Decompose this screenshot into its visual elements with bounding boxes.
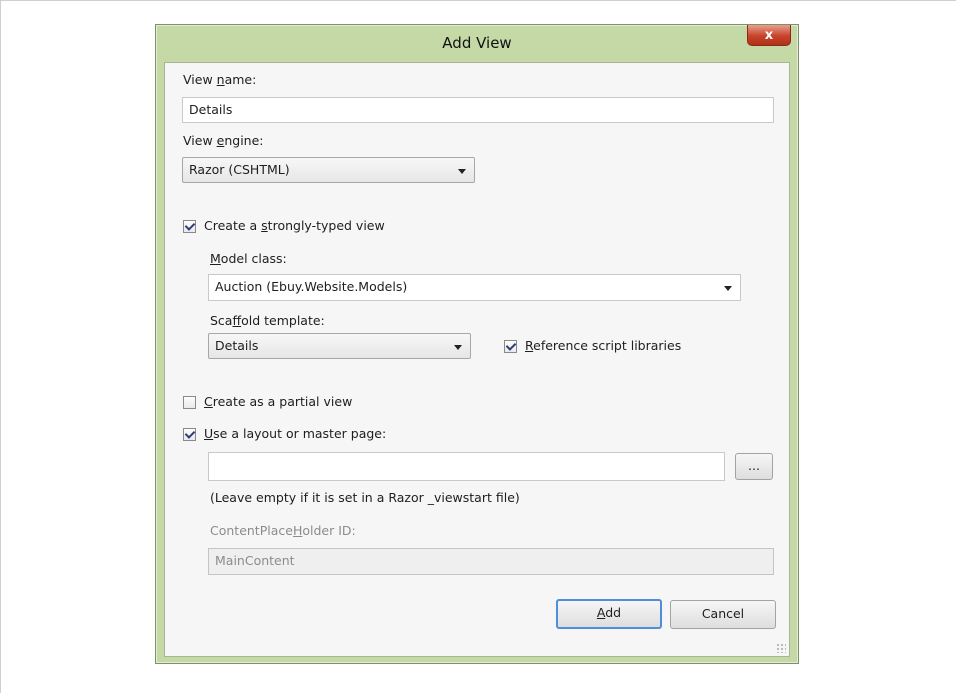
layout-hint: (Leave empty if it is set in a Razor _vi… [210, 490, 520, 505]
close-button[interactable]: x [747, 25, 791, 46]
content-placeholder-label: ContentPlaceHolder ID: [210, 523, 356, 538]
use-layout-checkbox[interactable] [183, 428, 196, 441]
title-bar[interactable]: Add View x [156, 25, 798, 62]
chevron-down-icon [724, 286, 732, 291]
use-layout-label[interactable]: Use a layout or master page: [204, 426, 386, 441]
model-class-label: Model class: [210, 251, 287, 266]
chevron-down-icon [454, 345, 462, 350]
scaffold-template-select[interactable]: Details [208, 333, 471, 359]
view-engine-value: Razor (CSHTML) [189, 162, 290, 177]
page-top-rule [0, 0, 956, 1]
partial-view-checkbox[interactable] [183, 396, 196, 409]
page-left-rule [0, 0, 1, 693]
layout-path-input[interactable] [208, 452, 725, 481]
content-placeholder-input[interactable]: MainContent [208, 548, 774, 575]
browse-button[interactable]: ... [735, 453, 773, 480]
view-engine-label: View engine: [183, 133, 264, 148]
model-class-select[interactable]: Auction (Ebuy.Website.Models) [208, 274, 741, 301]
view-name-input[interactable]: Details [182, 97, 774, 123]
reference-scripts-label[interactable]: Reference script libraries [525, 338, 681, 353]
scaffold-template-label: Scaffold template: [210, 313, 325, 328]
dialog-body: View name: Details View engine: Razor (C… [164, 62, 790, 657]
cancel-button[interactable]: Cancel [670, 600, 776, 629]
add-view-dialog: Add View x View name: Details View engin… [155, 24, 799, 664]
view-name-label: View name: [183, 72, 257, 87]
dialog-title: Add View [442, 34, 512, 52]
scaffold-template-value: Details [215, 338, 259, 353]
chevron-down-icon [458, 169, 466, 174]
view-engine-select[interactable]: Razor (CSHTML) [182, 157, 475, 183]
partial-view-label[interactable]: Create as a partial view [204, 394, 352, 409]
strongly-typed-checkbox[interactable] [183, 220, 196, 233]
strongly-typed-label[interactable]: Create a strongly-typed view [204, 218, 385, 233]
close-icon: x [764, 27, 774, 43]
model-class-value: Auction (Ebuy.Website.Models) [215, 279, 408, 294]
resize-grip-icon[interactable] [776, 643, 786, 653]
reference-scripts-checkbox[interactable] [504, 340, 517, 353]
add-button[interactable]: Add [556, 599, 662, 629]
